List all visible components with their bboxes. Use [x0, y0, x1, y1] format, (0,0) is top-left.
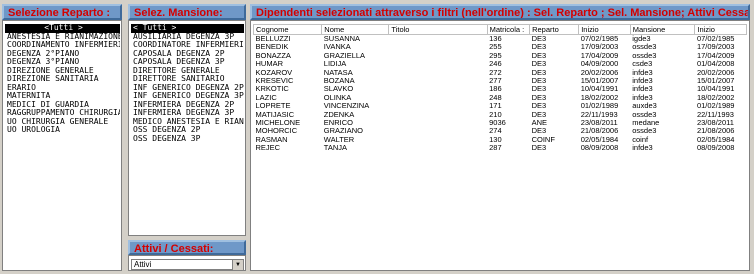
table-cell	[389, 69, 487, 77]
table-cell: DE3	[531, 143, 547, 153]
table-cell	[389, 60, 487, 68]
chevron-down-icon[interactable]: ▼	[232, 260, 243, 270]
reparto-header: Selezione Reparto :	[2, 4, 122, 20]
mansione-panel: < Tutti > AUSILIARIA DEGENZA 3P COORDINAT…	[128, 20, 246, 236]
attivi-value: Attivi	[134, 260, 152, 269]
reparto-panel: <Tutti > ANESTESIA E RIANIMAZIONE COORDIN…	[2, 20, 122, 271]
table-cell: TANJA	[323, 143, 347, 153]
mansione-listbox[interactable]: < Tutti > AUSILIARIA DEGENZA 3P COORDINAT…	[131, 24, 244, 234]
table-cell	[389, 43, 487, 51]
table-cell: 287	[489, 143, 502, 153]
table-cell	[389, 144, 487, 152]
table-cell	[389, 85, 487, 93]
table-header-row: Cognome Nome Titolo Matricola : Reparto Inizi…	[252, 24, 747, 35]
column-header[interactable]: Inizio	[694, 24, 747, 35]
dipendenti-header: Dipendenti selezionati attraverso i filt…	[250, 4, 750, 20]
attivi-combobox[interactable]: Attivi ▼	[131, 259, 244, 270]
table-cell	[389, 94, 487, 102]
column-header[interactable]: Matricola :	[486, 24, 531, 35]
column-header[interactable]: Titolo	[388, 24, 488, 35]
attivi-header: Attivi / Cessati:	[128, 240, 246, 255]
table-cell	[389, 111, 487, 119]
table-cell	[389, 35, 487, 44]
column-header[interactable]: Nome	[321, 24, 390, 35]
table-cell: REJEC	[255, 143, 281, 153]
column-header[interactable]: Mansione	[629, 24, 696, 35]
table-cell	[389, 77, 487, 85]
table-cell	[389, 102, 487, 110]
table-cell	[389, 119, 487, 127]
mansione-list-item[interactable]: OSS DEGENZA 3P	[131, 134, 244, 144]
column-header[interactable]: Cognome	[252, 24, 323, 35]
reparto-list-item[interactable]: UO UROLOGIA	[5, 125, 120, 135]
table-cell: 08/09/2008	[580, 143, 619, 153]
column-header[interactable]: Inizio	[578, 24, 631, 35]
table-row[interactable]: REJEC TANJA 287 DE3 08/09/2008 infde3 08/09/20…	[254, 143, 747, 153]
column-header[interactable]: Reparto	[529, 24, 580, 35]
table-cell	[389, 52, 487, 60]
attivi-panel: Attivi ▼	[128, 255, 246, 271]
dipendenti-panel: Cognome Nome Titolo Matricola : Reparto Inizi…	[250, 20, 750, 271]
mansione-header: Selez. Mansione:	[128, 4, 246, 20]
reparto-listbox[interactable]: <Tutti > ANESTESIA E RIANIMAZIONE COORDIN…	[5, 24, 120, 269]
table-cell	[389, 136, 487, 144]
table-cell	[389, 127, 487, 135]
dipendenti-table: Cognome Nome Titolo Matricola : Reparto Inizi…	[252, 24, 747, 153]
table-cell: infde3	[632, 143, 653, 153]
table-cell: 08/09/2008	[696, 143, 735, 153]
